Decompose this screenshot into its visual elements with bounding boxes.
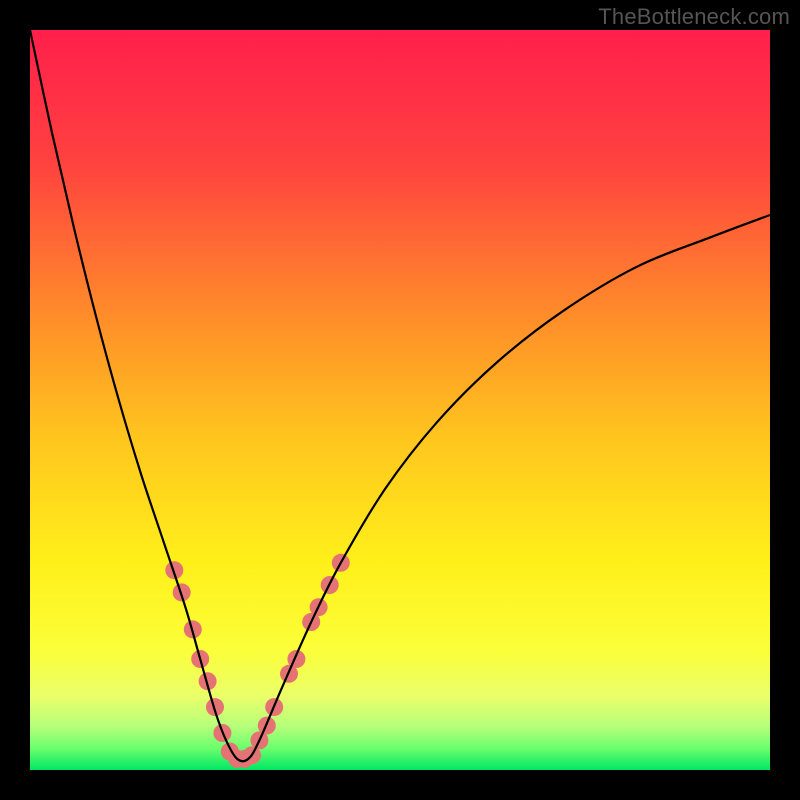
chart-frame: TheBottleneck.com: [0, 0, 800, 800]
data-markers: [165, 554, 349, 768]
bottleneck-curve: [30, 30, 770, 761]
plot-area: [30, 30, 770, 770]
watermark-text: TheBottleneck.com: [598, 4, 790, 30]
chart-svg: [30, 30, 770, 770]
